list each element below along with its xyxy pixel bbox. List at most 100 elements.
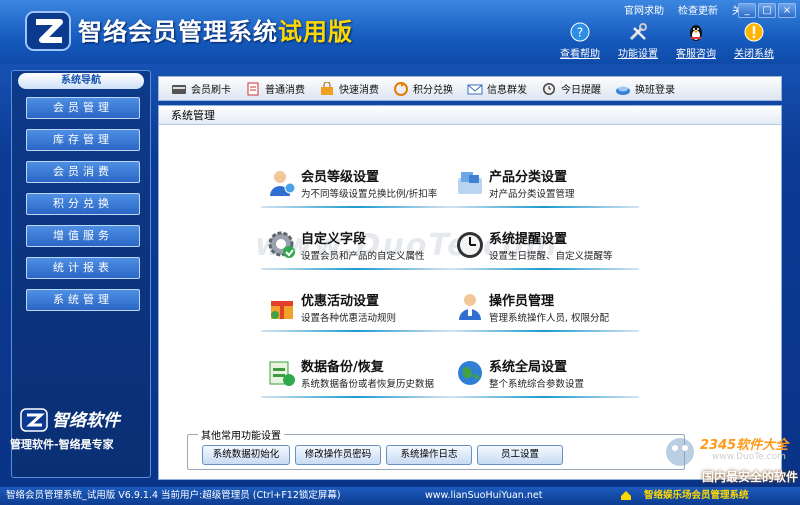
sidebar-item-inventory-management[interactable]: 库存管理 xyxy=(26,129,140,151)
feature-system-reminder-desc: 设置生日提醒、自定义提醒等 xyxy=(489,251,613,262)
tool-quick-consume-label: 快速消费 xyxy=(339,85,379,96)
feature-member-level-desc: 为不同等级设置兑换比例/折扣率 xyxy=(301,189,438,200)
help-label: 查看帮助 xyxy=(560,49,600,60)
feature-promotion-desc: 设置各种优惠活动规则 xyxy=(301,313,397,324)
link-check-update[interactable]: 检查更新 xyxy=(678,2,718,17)
site-logo-icon xyxy=(666,438,694,466)
tool-mass-message[interactable]: 信息群发 xyxy=(467,81,527,96)
brand-slogan: 管理软件-智络是专家 xyxy=(10,438,114,451)
init-data-button[interactable]: 系统数据初始化 xyxy=(202,445,290,465)
operator-icon xyxy=(459,294,481,320)
panel-title: 系统管理 xyxy=(159,106,781,125)
change-password-button[interactable]: 修改操作员密码 xyxy=(295,445,381,465)
support-button[interactable]: 客服咨询 xyxy=(670,22,722,60)
app-logo-icon xyxy=(25,11,71,51)
header: 智络会员管理系统试用版 官网求助 检查更新 关于 _ □ × ? 查看帮助 功能… xyxy=(0,0,800,64)
app-title-main: 智络会员管理系统 xyxy=(78,18,278,46)
feature-backup-restore[interactable]: 数据备份/恢复 系统数据备份或者恢复历史数据 xyxy=(261,354,451,398)
member-level-icon xyxy=(270,171,296,196)
feature-operator-title: 操作员管理 xyxy=(489,294,555,309)
settings-label: 功能设置 xyxy=(618,49,658,60)
common-functions-group: 其他常用功能设置 系统数据初始化 修改操作员密码 系统操作日志 员工设置 xyxy=(187,427,685,470)
exchange-icon xyxy=(394,81,408,96)
card-reader-icon xyxy=(172,84,186,94)
brand-name: 智络软件 xyxy=(52,411,120,431)
sidebar-item-value-added[interactable]: 增值服务 xyxy=(26,225,140,247)
feature-product-category-title: 产品分类设置 xyxy=(489,170,568,185)
feature-promotion-title: 优惠活动设置 xyxy=(301,294,380,309)
receipt-icon xyxy=(247,82,259,95)
divider xyxy=(449,268,639,270)
tool-card-swipe[interactable]: 会员刷卡 xyxy=(171,81,231,96)
divider xyxy=(261,268,451,270)
status-system-name: 智络娱乐场会员管理系统 xyxy=(644,490,749,501)
close-window-button[interactable]: × xyxy=(778,3,796,18)
support-label: 客服咨询 xyxy=(676,49,716,60)
feature-global-settings-title: 系统全局设置 xyxy=(489,360,568,375)
window-controls: _ □ × xyxy=(738,3,796,18)
staff-settings-button[interactable]: 员工设置 xyxy=(477,445,563,465)
tool-points-exchange[interactable]: 积分兑换 xyxy=(393,81,453,96)
toolbar: 会员刷卡 普通消费 快速消费 积分兑换 信息群发 今日提醒 换班登录 xyxy=(158,76,782,101)
tool-points-exchange-label: 积分兑换 xyxy=(413,85,453,96)
divider xyxy=(261,206,451,208)
feature-custom-fields-title: 自定义字段 xyxy=(301,232,367,247)
feature-member-level[interactable]: 会员等级设置 为不同等级设置兑换比例/折扣率 xyxy=(261,164,451,208)
top-links: 官网求助 检查更新 关于 xyxy=(624,2,752,17)
site-watermark-name: 2345软件大全 xyxy=(700,438,789,453)
tool-normal-consume[interactable]: 普通消费 xyxy=(245,81,305,96)
gear-icon xyxy=(268,231,295,258)
tools-icon xyxy=(629,23,647,41)
tool-shift-login-label: 换班登录 xyxy=(635,85,675,96)
svg-text:?: ? xyxy=(577,26,583,40)
divider xyxy=(449,330,639,332)
quick-tools: ? 查看帮助 功能设置 客服咨询 关闭系统 xyxy=(554,22,780,60)
mail-icon xyxy=(467,84,483,94)
feature-promotion[interactable]: 优惠活动设置 设置各种优惠活动规则 xyxy=(261,288,451,332)
warning-icon xyxy=(744,22,764,42)
help-button[interactable]: ? 查看帮助 xyxy=(554,22,606,60)
feature-product-category[interactable]: 产品分类设置 对产品分类设置管理 xyxy=(449,164,639,208)
status-bar: 智络会员管理系统_试用版 V6.9.1.4 当前用户:超级管理员 (Ctrl+F… xyxy=(0,487,800,505)
sidebar-item-points-exchange[interactable]: 积分兑换 xyxy=(26,193,140,215)
site-watermark-url: www.DuoTe.com xyxy=(712,452,786,462)
sidebar-item-system-management[interactable]: 系统管理 xyxy=(26,289,140,311)
settings-button[interactable]: 功能设置 xyxy=(612,22,664,60)
sidebar-item-member-consumption[interactable]: 会员消费 xyxy=(26,161,140,183)
minimize-button[interactable]: _ xyxy=(738,3,756,18)
exit-system-label: 关闭系统 xyxy=(734,49,774,60)
exit-system-button[interactable]: 关闭系统 xyxy=(728,22,780,60)
feature-global-settings[interactable]: 系统全局设置 整个系统综合参数设置 xyxy=(449,354,639,398)
feature-custom-fields[interactable]: 自定义字段 设置会员和产品的自定义属性 xyxy=(261,226,451,270)
site-watermark: 2345软件大全 www.DuoTe.com 国内最安全的软件站 xyxy=(660,430,800,501)
tool-quick-consume[interactable]: 快速消费 xyxy=(319,81,379,96)
link-help-site[interactable]: 官网求助 xyxy=(624,2,664,17)
operation-log-button[interactable]: 系统操作日志 xyxy=(386,445,472,465)
feature-global-settings-desc: 整个系统综合参数设置 xyxy=(489,379,585,390)
tool-mass-message-label: 信息群发 xyxy=(487,85,527,96)
qq-penguin-icon xyxy=(690,25,702,41)
globe-icon xyxy=(458,361,482,385)
app-title-trial: 试用版 xyxy=(278,18,353,46)
feature-operator[interactable]: 操作员管理 管理系统操作人员, 权限分配 xyxy=(449,288,639,332)
feature-system-reminder[interactable]: 系统提醒设置 设置生日提醒、自定义提醒等 xyxy=(449,226,639,270)
sidebar-item-statistics[interactable]: 统计报表 xyxy=(26,257,140,279)
app-title: 智络会员管理系统试用版 xyxy=(78,12,353,47)
maximize-button[interactable]: □ xyxy=(758,3,776,18)
backup-icon xyxy=(269,361,295,386)
divider xyxy=(261,396,451,398)
tool-today-reminder[interactable]: 今日提醒 xyxy=(541,81,601,96)
status-info: 智络会员管理系统_试用版 V6.9.1.4 当前用户:超级管理员 (Ctrl+F… xyxy=(6,490,341,501)
common-functions-legend: 其他常用功能设置 xyxy=(198,427,284,442)
feature-product-category-desc: 对产品分类设置管理 xyxy=(489,189,575,200)
status-url[interactable]: www.lianSuoHuiYuan.net xyxy=(425,487,542,505)
tool-normal-consume-label: 普通消费 xyxy=(265,85,305,96)
feature-backup-restore-desc: 系统数据备份或者恢复历史数据 xyxy=(301,379,435,390)
feature-system-reminder-title: 系统提醒设置 xyxy=(489,232,568,247)
feature-custom-fields-desc: 设置会员和产品的自定义属性 xyxy=(301,251,425,262)
sidebar-item-member-management[interactable]: 会员管理 xyxy=(26,97,140,119)
divider xyxy=(449,206,639,208)
tool-shift-login[interactable]: 换班登录 xyxy=(615,81,675,96)
clock-icon xyxy=(543,82,555,95)
sidebar-title: 系统导航 xyxy=(18,73,144,89)
